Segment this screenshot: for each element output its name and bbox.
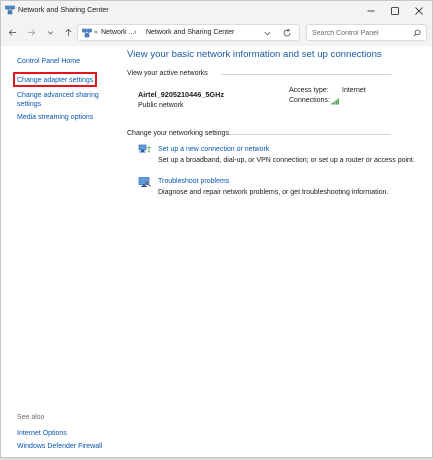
- new-connection-icon[interactable]: [138, 143, 152, 156]
- connections-label: Connections:: [289, 97, 330, 104]
- network-name: Airtel_9205210446_5GHz: [138, 90, 225, 99]
- divider: [229, 134, 391, 135]
- troubleshoot-problems-link[interactable]: Troubleshoot problems: [158, 178, 229, 185]
- network-type: Public network: [138, 102, 184, 109]
- breadcrumb-current[interactable]: Network and Sharing Center: [146, 29, 234, 36]
- address-bar[interactable]: « Network ... › Network and Sharing Cent…: [77, 24, 300, 41]
- recent-dropdown-icon: [47, 30, 53, 34]
- chevron-down-icon[interactable]: [263, 29, 272, 38]
- title-bar: Network and Sharing Center: [1, 1, 432, 20]
- network-center-icon: [5, 5, 15, 15]
- recent-locations-button[interactable]: [44, 26, 56, 38]
- troubleshoot-description: Diagnose and repair network problems, or…: [158, 189, 389, 196]
- breadcrumb-network[interactable]: Network ...: [101, 29, 134, 36]
- page-title: View your basic network information and …: [127, 49, 382, 60]
- search-icon[interactable]: [413, 29, 421, 37]
- see-also-heading: See also: [17, 414, 45, 421]
- maximize-button[interactable]: [382, 1, 407, 20]
- minimize-icon: [367, 10, 374, 11]
- windows-firewall-link[interactable]: Windows Defender Firewall: [17, 442, 102, 451]
- wifi-signal-icon[interactable]: [331, 97, 340, 105]
- up-button[interactable]: [62, 26, 74, 38]
- access-type-value: Internet: [342, 87, 366, 94]
- change-settings-heading: Change your networking settings: [127, 130, 229, 137]
- window-title: Network and Sharing Center: [18, 5, 109, 14]
- internet-options-link[interactable]: Internet Options: [17, 429, 67, 438]
- back-button[interactable]: [6, 26, 18, 38]
- media-streaming-link[interactable]: Media streaming options: [17, 113, 93, 122]
- refresh-icon[interactable]: [282, 28, 292, 38]
- setup-connection-link[interactable]: Set up a new connection or network: [158, 146, 269, 153]
- navigation-bar: « Network ... › Network and Sharing Cent…: [1, 20, 432, 46]
- access-type-label: Access type:: [289, 87, 329, 94]
- active-networks-heading: View your active networks: [127, 70, 208, 77]
- control-panel-home-link[interactable]: Control Panel Home: [17, 57, 80, 66]
- breadcrumb-separator[interactable]: ›: [134, 29, 136, 36]
- close-button[interactable]: [406, 1, 431, 20]
- close-icon: [414, 6, 423, 15]
- change-advanced-sharing-link[interactable]: Change advanced sharing settings: [17, 91, 112, 109]
- search-input[interactable]: [312, 27, 407, 39]
- minimize-button[interactable]: [358, 1, 383, 20]
- back-arrow-icon: [8, 29, 16, 35]
- up-arrow-icon: [65, 28, 71, 36]
- divider: [221, 74, 391, 75]
- troubleshoot-icon[interactable]: [138, 176, 152, 189]
- maximize-icon: [390, 6, 399, 15]
- breadcrumb-overflow[interactable]: «: [94, 29, 98, 36]
- setup-connection-description: Set up a broadband, dial-up, or VPN conn…: [158, 157, 415, 164]
- forward-arrow-icon: [27, 29, 35, 35]
- network-center-icon: [82, 28, 92, 38]
- forward-button[interactable]: [25, 26, 37, 38]
- network-sharing-center-window: Network and Sharing Center « Network ...…: [0, 0, 433, 458]
- change-adapter-settings-link[interactable]: Change adapter settings: [17, 76, 93, 85]
- search-box[interactable]: [306, 24, 427, 41]
